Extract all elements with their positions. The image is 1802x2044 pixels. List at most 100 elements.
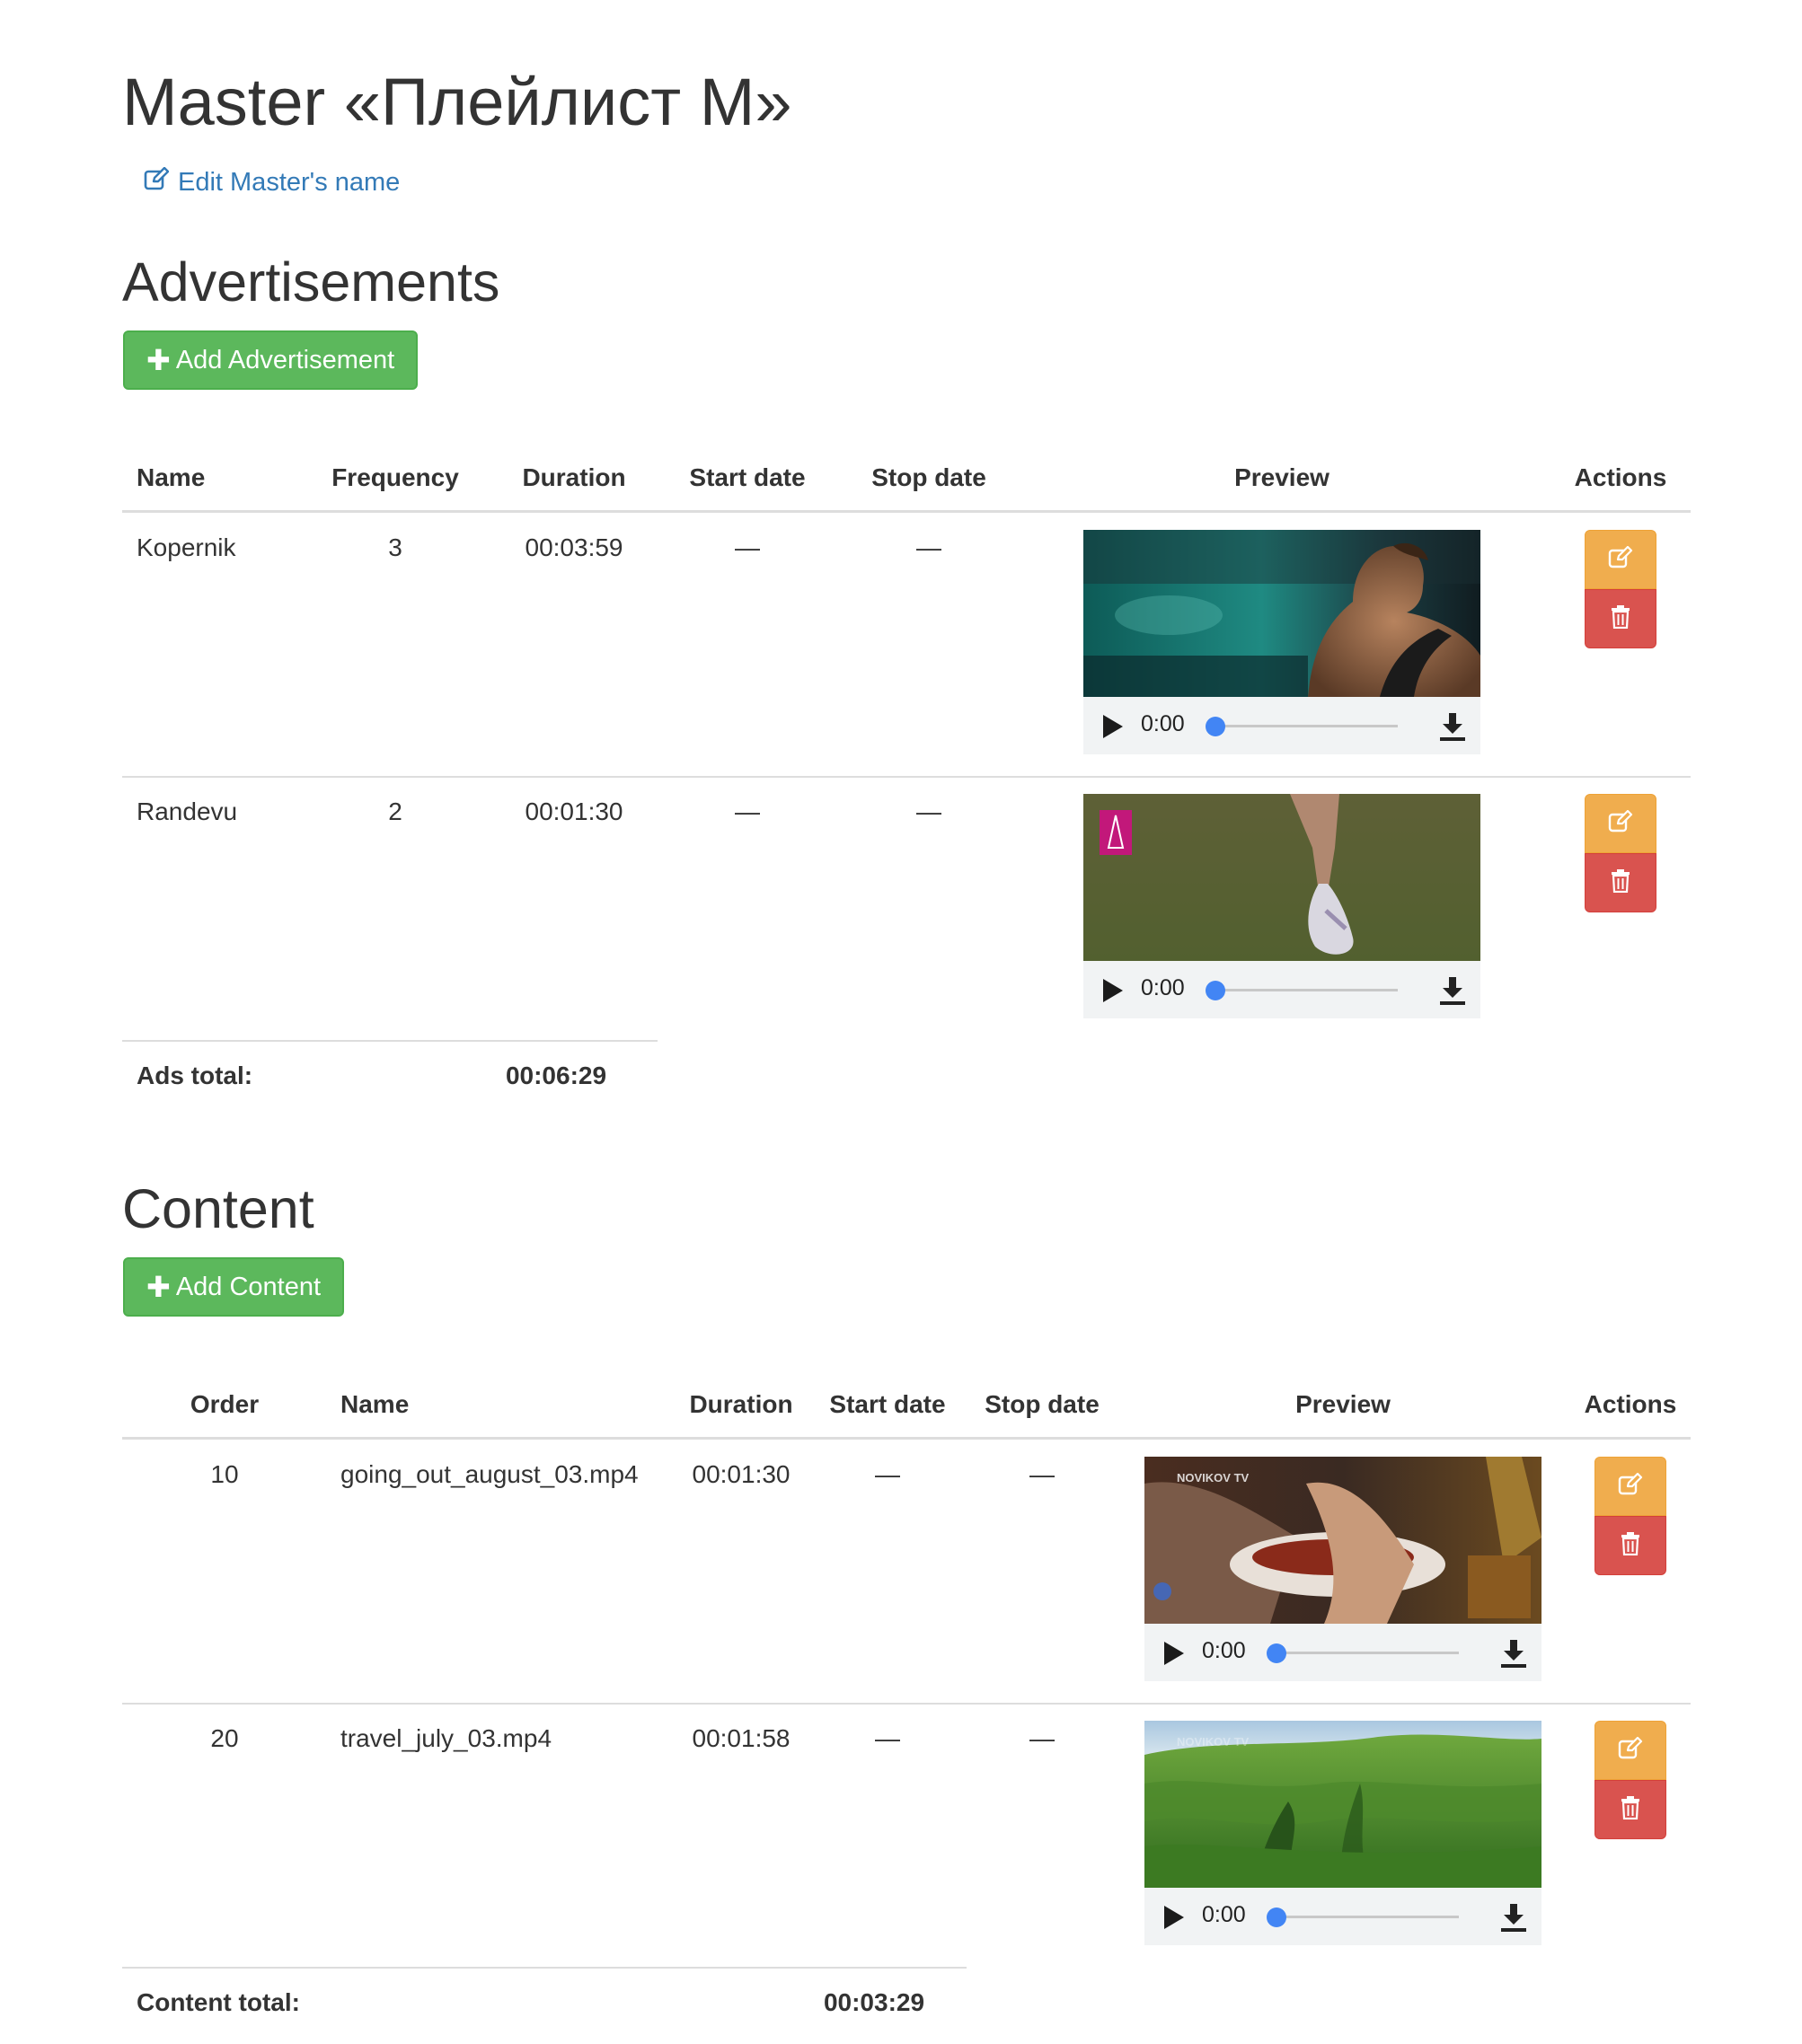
delete-button[interactable] (1594, 1516, 1666, 1575)
download-icon[interactable] (1500, 1638, 1527, 1669)
download-icon[interactable] (1439, 975, 1466, 1006)
ad-stop-date: — (916, 797, 941, 825)
ads-header-divider (122, 510, 1691, 513)
content-name: going_out_august_03.mp4 (340, 1460, 639, 1488)
plus-icon: ✚ (146, 1271, 171, 1303)
add-content-label: Add Content (175, 1272, 322, 1301)
seek-bar[interactable] (1279, 1652, 1459, 1654)
content-total-divider (122, 1967, 967, 1969)
edit-button[interactable] (1594, 1721, 1666, 1780)
edit-button[interactable] (1594, 1457, 1666, 1516)
content-row-divider (122, 1703, 1691, 1705)
add-advertisement-button[interactable]: ✚ Add Advertisement (123, 330, 419, 390)
delete-button[interactable] (1585, 589, 1656, 648)
content-order: 10 (210, 1460, 239, 1488)
player-controls: 0:00 (1144, 1624, 1541, 1681)
content-col-actions: Actions (1584, 1390, 1677, 1418)
content-duration: 00:01:30 (692, 1460, 791, 1488)
ads-heading: Advertisements (122, 251, 500, 313)
video-thumbnail: NOVIKOV TV (1144, 1721, 1541, 1888)
seek-thumb[interactable] (1267, 1907, 1286, 1927)
ads-total-label: Ads total: (137, 1062, 253, 1089)
delete-button[interactable] (1594, 1780, 1666, 1839)
video-thumbnail: NOVIKOV TV (1144, 1457, 1541, 1624)
ad-duration: 00:01:30 (525, 797, 623, 825)
ads-total-value: 00:06:29 (505, 1062, 607, 1089)
content-col-preview: Preview (1295, 1390, 1391, 1418)
ad-name: Randevu (137, 797, 238, 825)
play-icon[interactable] (1164, 1642, 1184, 1665)
video-thumbnail (1083, 530, 1480, 697)
ads-col-name: Name (137, 463, 206, 491)
content-stop-date: — (1029, 1724, 1055, 1752)
ads-col-actions: Actions (1574, 463, 1667, 491)
plus-icon: ✚ (146, 344, 171, 376)
video-player[interactable]: 0:00 (1083, 530, 1480, 754)
download-icon[interactable] (1500, 1902, 1527, 1933)
ad-frequency: 2 (388, 797, 402, 825)
ads-total-divider (122, 1040, 658, 1042)
video-watermark: NOVIKOV TV (1177, 1471, 1250, 1485)
trash-icon (1621, 1795, 1640, 1824)
seek-bar[interactable] (1218, 989, 1398, 991)
pencil-square-icon (1618, 1736, 1643, 1765)
pencil-square-icon (1618, 1472, 1643, 1501)
trash-icon (1611, 868, 1630, 897)
add-content-button[interactable]: ✚ Add Content (123, 1257, 345, 1317)
video-player[interactable]: NOVIKOV TV 0:00 (1144, 1721, 1541, 1945)
content-name: travel_july_03.mp4 (340, 1724, 552, 1752)
ad-duration: 00:03:59 (525, 533, 623, 561)
playback-time: 0:00 (1202, 1902, 1246, 1927)
content-header-divider (122, 1437, 1691, 1440)
content-total-label: Content total: (137, 1988, 300, 2016)
download-icon[interactable] (1439, 711, 1466, 742)
ads-col-stop-date: Stop date (871, 463, 986, 491)
content-col-name: Name (340, 1390, 410, 1418)
edit-button[interactable] (1585, 794, 1656, 853)
seek-thumb[interactable] (1206, 717, 1225, 736)
player-controls: 0:00 (1144, 1888, 1541, 1945)
content-start-date: — (875, 1724, 900, 1752)
content-stop-date: — (1029, 1460, 1055, 1488)
edit-master-name-link[interactable]: Edit Master's name (144, 166, 401, 198)
content-total-value: 00:03:29 (823, 1988, 925, 2016)
player-controls: 0:00 (1083, 697, 1480, 754)
content-col-start-date: Start date (829, 1390, 946, 1418)
video-watermark: NOVIKOV TV (1177, 1735, 1250, 1749)
seek-thumb[interactable] (1267, 1643, 1286, 1663)
play-icon[interactable] (1103, 979, 1123, 1002)
edit-icon (144, 166, 170, 198)
video-thumbnail (1083, 794, 1480, 961)
seek-bar[interactable] (1218, 725, 1398, 727)
play-icon[interactable] (1164, 1906, 1184, 1929)
edit-button[interactable] (1585, 530, 1656, 589)
row-actions (1585, 794, 1656, 912)
video-player[interactable]: NOVIKOV TV 0:00 (1144, 1457, 1541, 1681)
play-icon[interactable] (1103, 715, 1123, 738)
delete-button[interactable] (1585, 853, 1656, 912)
ads-col-preview: Preview (1234, 463, 1329, 491)
seek-bar[interactable] (1279, 1916, 1459, 1918)
row-actions (1594, 1457, 1666, 1575)
trash-icon (1611, 604, 1630, 633)
ads-col-duration: Duration (522, 463, 626, 491)
edit-master-name-label: Edit Master's name (178, 167, 401, 197)
row-actions (1594, 1721, 1666, 1839)
content-col-duration: Duration (689, 1390, 793, 1418)
content-col-stop-date: Stop date (985, 1390, 1100, 1418)
content-heading: Content (122, 1178, 314, 1239)
ad-frequency: 3 (388, 533, 402, 561)
video-player[interactable]: 0:00 (1083, 794, 1480, 1018)
playback-time: 0:00 (1202, 1638, 1246, 1663)
ad-start-date: — (735, 533, 760, 561)
ad-start-date: — (735, 797, 760, 825)
ads-col-frequency: Frequency (331, 463, 459, 491)
ad-stop-date: — (916, 533, 941, 561)
pencil-square-icon (1608, 545, 1633, 574)
row-actions (1585, 530, 1656, 648)
playback-time: 0:00 (1141, 975, 1185, 1000)
trash-icon (1621, 1531, 1640, 1560)
playback-time: 0:00 (1141, 711, 1185, 736)
page-title: Master «Плейлист М» (122, 65, 792, 139)
seek-thumb[interactable] (1206, 981, 1225, 1000)
